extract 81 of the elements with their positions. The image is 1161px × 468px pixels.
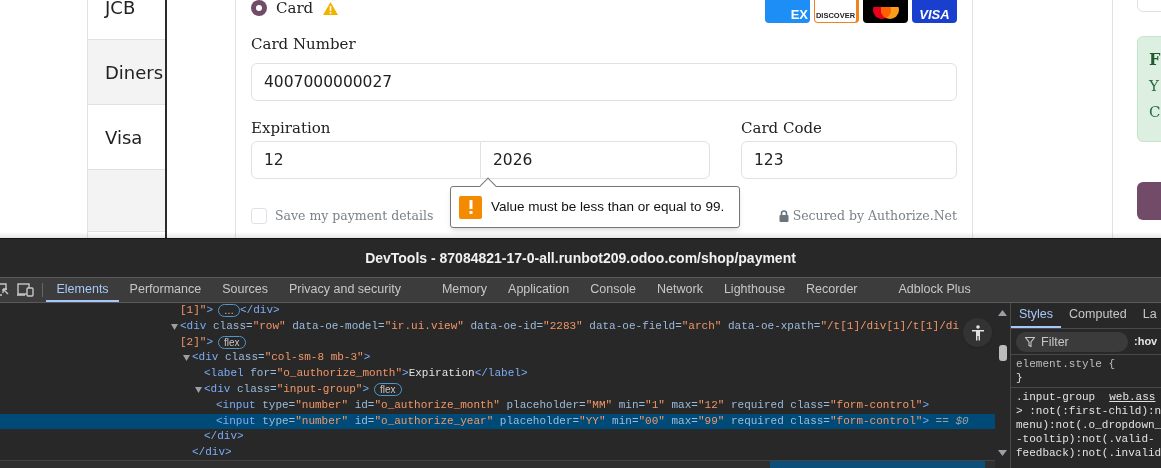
- person-icon: [971, 324, 984, 341]
- payment-method-item[interactable]: Diners: [88, 40, 165, 105]
- code-line: <div class="row" data-oe-model="ir.ui.view" data-oe-id="2283" data-oe-field="arch" data-oe-xpath="/t[1]/div[1]/t[1]/di: [180, 318, 959, 334]
- css-selector: .input-group: [1016, 390, 1096, 404]
- inspect-icon: [0, 283, 9, 297]
- scroll-up-icon: [998, 310, 1007, 316]
- code-line: </div>: [204, 429, 244, 445]
- code-line: <input type="number" id="o_authorize_month" placeholder="MM" min="1" max="12" required class="form-control">: [216, 397, 929, 413]
- code-line: [1]">: [180, 303, 213, 318]
- radio-label: Card: [276, 0, 314, 19]
- input-field[interactable]: 2026: [480, 141, 710, 179]
- filter-icon: [1025, 336, 1035, 347]
- input-field[interactable]: 123: [741, 141, 957, 179]
- tooltip-message: Value must be less than or equal to 99.: [491, 197, 725, 216]
- dom-tree-row[interactable]: [1]"> … </div>: [0, 303, 995, 319]
- field-label: Card Number: [251, 34, 357, 54]
- code-line: [2]">: [180, 334, 213, 350]
- devtools-tab[interactable]: Application: [497, 278, 580, 302]
- device-toolbar-icon: [17, 283, 34, 297]
- css-selector: -tooltip):not(.valid-: [1016, 432, 1156, 446]
- code-line: <input type="number" id="o_authorize_year" placeholder="YY" min="00" max="99" required class="form-control"> == $0: [216, 413, 969, 429]
- dom-tree-row[interactable]: <div class="input-group"> flex: [0, 382, 995, 398]
- styles-tab[interactable]: La: [1134, 303, 1161, 328]
- input-field[interactable]: 12: [251, 141, 481, 179]
- devtools-tab[interactable]: Sources: [211, 278, 279, 302]
- card-logo: EX: [765, 0, 810, 23]
- devtools-tab[interactable]: Privacy and security: [278, 278, 412, 302]
- filter-field[interactable]: Filter: [1016, 331, 1128, 352]
- devtools-tab[interactable]: Memory: [431, 278, 498, 302]
- dom-tree-row[interactable]: <label for="o_authorize_month">Expiration</label>: [0, 366, 995, 382]
- checkbox-label: Save my payment details: [275, 207, 434, 225]
- radio-button[interactable]: [251, 0, 267, 16]
- styles-tab[interactable]: Computed: [1061, 303, 1135, 328]
- payment-method-item[interactable]: JCB: [88, 0, 165, 40]
- dom-tree-row[interactable]: [2]"> flex: [0, 334, 995, 351]
- devtools-tab[interactable]: Elements: [46, 278, 120, 302]
- dom-tree-row[interactable]: <div class="col-sm-8 mb-3">: [0, 350, 995, 367]
- alert-text: Y: [1149, 76, 1160, 97]
- devtools-tab[interactable]: Lighthouse: [713, 278, 796, 302]
- scrollbar-thumb[interactable]: [770, 461, 985, 468]
- devtools-tab[interactable]: Adblock Plus: [888, 278, 982, 302]
- code-line: <div class="col-sm-8 mb-3">: [192, 350, 371, 366]
- style-rule-text: element.style {: [1016, 357, 1117, 371]
- exclamation-icon: [468, 200, 473, 214]
- devtools-tab[interactable]: Performance: [119, 278, 212, 302]
- secured-note: Secured by Authorize.Net: [792, 207, 957, 225]
- styles-tab[interactable]: Styles: [1011, 303, 1062, 328]
- window-title: DevTools - 87084821-17-0-all.runbot209.odoo.com/shop/payment: [365, 248, 796, 268]
- mastercard-circles-icon: [870, 7, 901, 22]
- expand-triangle-icon: [183, 355, 190, 362]
- scrollbar-thumb[interactable]: [998, 345, 1007, 361]
- code-line: <div class="input-group">: [204, 382, 370, 397]
- source-link[interactable]: web.ass: [1109, 390, 1156, 404]
- dom-tree-row[interactable]: <input type="number" id="o_authorize_month" placeholder="MM" min="1" max="12" required class="form-control">: [0, 397, 995, 414]
- css-selector: menu):not(.o_dropdown_: [1016, 418, 1161, 432]
- expand-triangle-icon: [171, 323, 178, 330]
- style-rule-text: }: [1016, 371, 1024, 385]
- code-line: </div>: [192, 445, 232, 461]
- alert-text: C: [1149, 102, 1161, 123]
- field-label: Expiration: [251, 118, 332, 138]
- code-line: <label for="o_authorize_month">Expiration</label>: [204, 366, 528, 382]
- devtools-tab[interactable]: Console: [579, 278, 647, 302]
- lock-icon: [778, 210, 789, 223]
- dom-tree-row[interactable]: <div class="row" data-oe-model="ir.ui.view" data-oe-id="2283" data-oe-field="arch" data-oe-xpath="/t[1]/div[1]/t[1]/di: [0, 318, 995, 335]
- dom-tree-row[interactable]: </div>: [0, 429, 995, 446]
- field-label: Card Code: [741, 118, 823, 138]
- card-logo: VISA: [912, 0, 957, 23]
- devtools-tab[interactable]: Recorder: [795, 278, 868, 302]
- hov-button[interactable]: :hov: [1134, 333, 1158, 350]
- devtools-tab[interactable]: Network: [646, 278, 714, 302]
- alert-title: F: [1149, 49, 1161, 71]
- dom-tree-row[interactable]: </div>: [0, 445, 995, 461]
- scroll-down-icon: [998, 450, 1007, 456]
- css-selector: > :not(:first-child):n: [1016, 404, 1161, 418]
- dom-tree-row[interactable]: <input type="number" id="o_authorize_year" placeholder="YY" min="00" max="99" required class="form-control"> == $0: [0, 413, 995, 430]
- css-selector: feedback):not(.invalid: [1016, 446, 1161, 460]
- accessibility-button[interactable]: [963, 318, 992, 347]
- input-field[interactable]: 4007000000027: [251, 63, 957, 101]
- expand-triangle-icon: [195, 386, 202, 393]
- checkbox[interactable]: [251, 208, 267, 225]
- code-line: </div>: [240, 303, 280, 318]
